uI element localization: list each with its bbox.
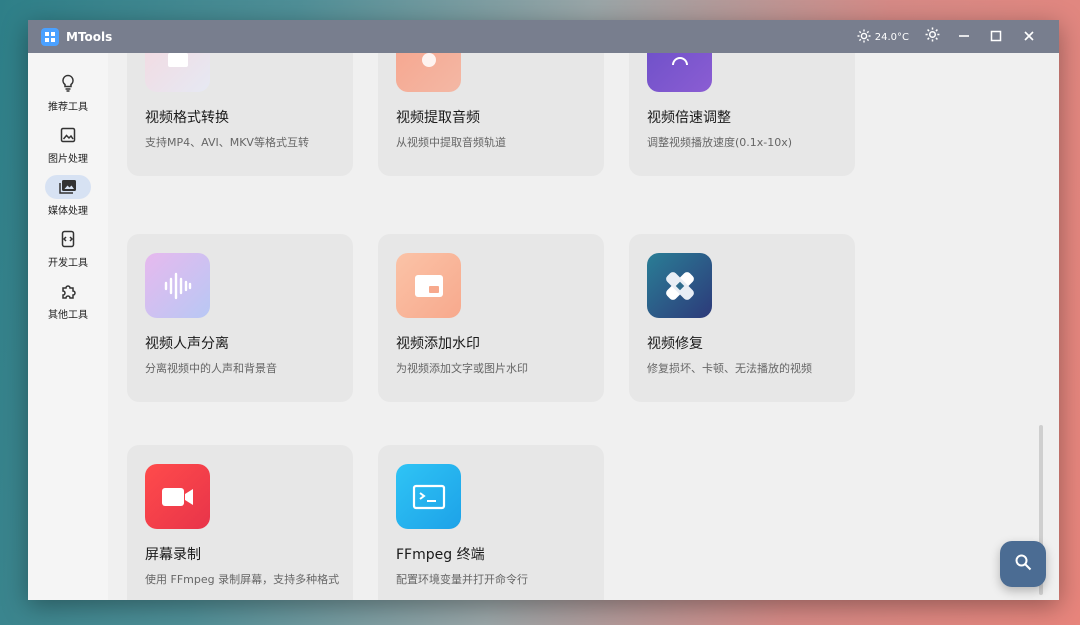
card-description: 支持MP4、AVI、MKV等格式互转 (145, 136, 309, 149)
card-title: 视频人声分离 (145, 336, 229, 352)
app-logo-icon (41, 28, 59, 46)
waveform-icon (145, 253, 210, 318)
sun-icon (857, 29, 871, 46)
bandage-icon (647, 253, 712, 318)
sidebar-item-label: 推荐工具 (48, 102, 88, 113)
sidebar-item-label: 其他工具 (48, 310, 88, 321)
minimize-button[interactable] (948, 20, 980, 53)
card-description: 配置环境变量并打开命令行 (396, 573, 528, 586)
card-description: 分离视频中的人声和背景音 (145, 362, 277, 375)
code-icon (45, 227, 91, 251)
video-camera-icon (145, 464, 210, 529)
tool-card-ffmpeg-terminal[interactable]: FFmpeg 终端 配置环境变量并打开命令行 (378, 445, 604, 600)
card-title: 屏幕录制 (145, 547, 201, 563)
video-convert-icon (145, 53, 210, 92)
tool-card-extract-audio[interactable]: 视频提取音频 从视频中提取音频轨道 (378, 53, 604, 176)
tool-card-watermark[interactable]: 视频添加水印 为视频添加文字或图片水印 (378, 234, 604, 402)
sidebar-item-label: 开发工具 (48, 258, 88, 269)
sidebar-item-dev[interactable]: 开发工具 (28, 227, 108, 275)
search-fab-button[interactable] (1000, 541, 1046, 587)
sidebar-item-label: 图片处理 (48, 154, 88, 165)
sidebar-item-label: 媒体处理 (48, 206, 88, 217)
tool-card-vocal-separate[interactable]: 视频人声分离 分离视频中的人声和背景音 (127, 234, 353, 402)
maximize-button[interactable] (980, 20, 1012, 53)
card-title: 视频修复 (647, 336, 703, 352)
terminal-icon (396, 464, 461, 529)
card-description: 为视频添加文字或图片水印 (396, 362, 528, 375)
app-window: MTools 24.0°C 推荐工具 图片处理 媒体处理 开发工具 其他工具 视… (28, 20, 1059, 600)
extract-audio-icon (396, 53, 461, 92)
app-title: MTools (66, 30, 113, 44)
sun-icon (925, 27, 940, 46)
card-description: 从视频中提取音频轨道 (396, 136, 506, 149)
speed-icon (647, 53, 712, 92)
maximize-icon (990, 27, 1002, 46)
tool-card-screen-record[interactable]: 屏幕录制 使用 FFmpeg 录制屏幕，支持多种格式 (127, 445, 353, 600)
sidebar-item-recommended[interactable]: 推荐工具 (28, 71, 108, 119)
weather-widget[interactable]: 24.0°C (857, 29, 909, 46)
tool-card-video-repair[interactable]: 视频修复 修复损坏、卡顿、无法播放的视频 (629, 234, 855, 402)
card-description: 修复损坏、卡顿、无法播放的视频 (647, 362, 812, 375)
lightbulb-icon (45, 71, 91, 95)
title-bar: MTools 24.0°C (28, 20, 1059, 53)
tool-card-speed[interactable]: 视频倍速调整 调整视频播放速度(0.1x-10x) (629, 53, 855, 176)
weather-temperature: 24.0°C (874, 32, 909, 43)
minimize-icon (958, 27, 970, 46)
media-icon (45, 175, 91, 199)
card-title: 视频格式转换 (145, 110, 229, 126)
tool-grid: 视频格式转换 支持MP4、AVI、MKV等格式互转 视频提取音频 从视频中提取音… (108, 53, 1059, 600)
theme-toggle-button[interactable] (916, 20, 948, 53)
sidebar-item-other[interactable]: 其他工具 (28, 279, 108, 327)
card-title: 视频倍速调整 (647, 110, 731, 126)
card-description: 调整视频播放速度(0.1x-10x) (647, 136, 793, 149)
search-icon (1014, 553, 1032, 575)
close-button[interactable] (1013, 20, 1045, 53)
sidebar-item-image[interactable]: 图片处理 (28, 123, 108, 171)
card-title: 视频添加水印 (396, 336, 480, 352)
close-icon (1023, 27, 1035, 46)
sidebar: 推荐工具 图片处理 媒体处理 开发工具 其他工具 (28, 53, 108, 600)
card-title: 视频提取音频 (396, 110, 480, 126)
card-title: FFmpeg 终端 (396, 547, 485, 563)
puzzle-icon (45, 279, 91, 303)
sidebar-item-media[interactable]: 媒体处理 (28, 175, 108, 223)
image-icon (45, 123, 91, 147)
card-description: 使用 FFmpeg 录制屏幕，支持多种格式 (145, 573, 340, 586)
tool-card-video-convert[interactable]: 视频格式转换 支持MP4、AVI、MKV等格式互转 (127, 53, 353, 176)
watermark-icon (396, 253, 461, 318)
